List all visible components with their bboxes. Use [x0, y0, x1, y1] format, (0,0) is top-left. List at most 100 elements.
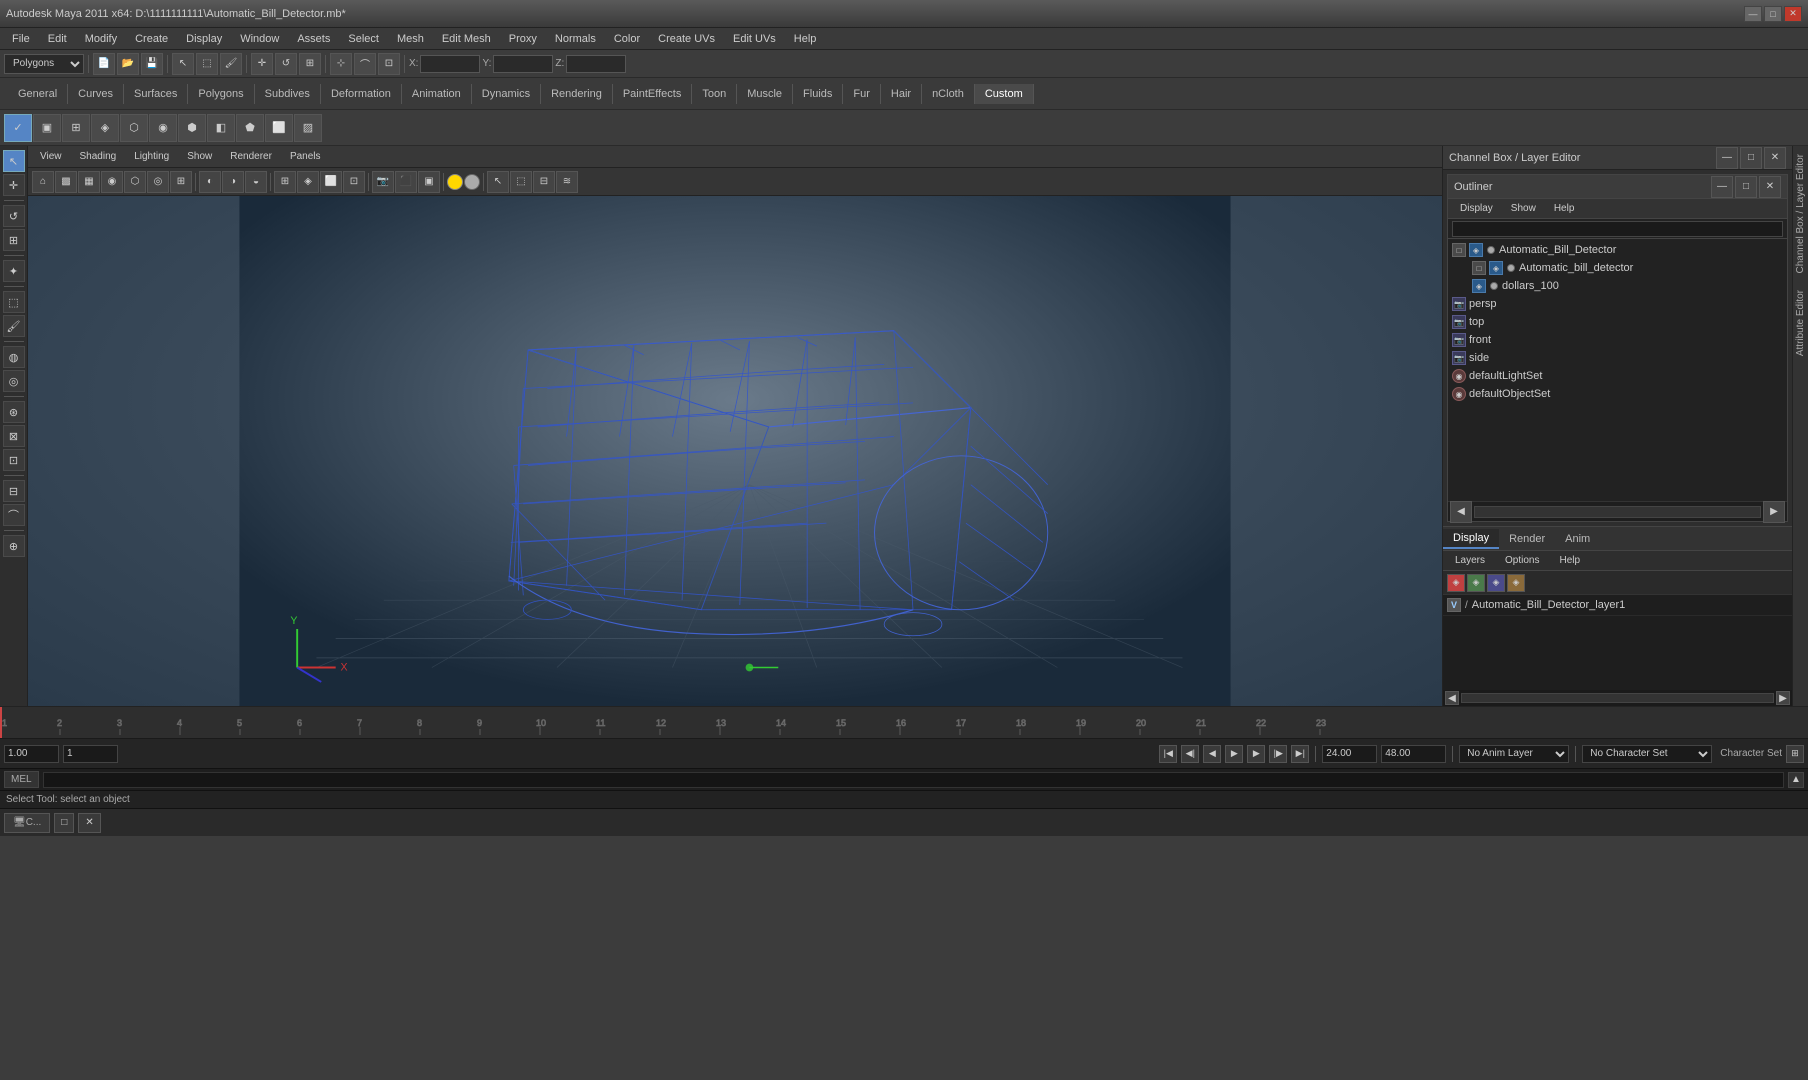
- menu-edit[interactable]: Edit: [40, 31, 75, 47]
- outliner-item-persp[interactable]: 📷 persp: [1448, 295, 1787, 313]
- open-button[interactable]: 📂: [117, 53, 139, 75]
- vi-layout2[interactable]: ⊟: [533, 171, 555, 193]
- shelf-tab-animation[interactable]: Animation: [402, 84, 472, 104]
- lighting-menu[interactable]: Lighting: [126, 149, 177, 164]
- play-button[interactable]: ▶: [1225, 745, 1243, 763]
- layer-tab-display[interactable]: Display: [1443, 529, 1499, 549]
- cmd-expand[interactable]: ▲: [1788, 772, 1804, 788]
- outliner-show-menu[interactable]: Show: [1503, 201, 1544, 216]
- layer-menu-options[interactable]: Options: [1497, 553, 1547, 568]
- layer-tab-render[interactable]: Render: [1499, 530, 1555, 548]
- vi-shading2[interactable]: ▦: [78, 171, 100, 193]
- end-frame-input[interactable]: [1322, 745, 1377, 763]
- select-tool-left[interactable]: ↖: [3, 150, 25, 172]
- minimize-button[interactable]: —: [1744, 6, 1762, 22]
- outliner-close[interactable]: ✕: [1759, 176, 1781, 198]
- y-input[interactable]: [493, 55, 553, 73]
- outliner-max[interactable]: □: [1735, 176, 1757, 198]
- shelf-tab-dynamics[interactable]: Dynamics: [472, 84, 541, 104]
- menu-color[interactable]: Color: [606, 31, 648, 47]
- go-start-button[interactable]: |◀: [1159, 745, 1177, 763]
- layer-edit[interactable]: ◈: [1467, 574, 1485, 592]
- scale-tool[interactable]: ⊞: [299, 53, 321, 75]
- outliner-min[interactable]: —: [1711, 176, 1733, 198]
- vi-heads[interactable]: ⊡: [343, 171, 365, 193]
- vi-smooth[interactable]: ◎: [147, 171, 169, 193]
- wrap-left[interactable]: ⊡: [3, 449, 25, 471]
- menu-create[interactable]: Create: [127, 31, 176, 47]
- paint-select[interactable]: 🖌: [220, 53, 242, 75]
- move-tool[interactable]: ✛: [251, 53, 273, 75]
- maximize-button[interactable]: □: [1764, 6, 1782, 22]
- expand-icon-1[interactable]: □: [1452, 243, 1466, 257]
- layer-move-up[interactable]: ◈: [1507, 574, 1525, 592]
- outliner-hscrollbar[interactable]: [1474, 506, 1761, 518]
- outliner-help-menu[interactable]: Help: [1546, 201, 1583, 216]
- outliner-item-default-object-set[interactable]: ◉ defaultObjectSet: [1448, 385, 1787, 403]
- lasso-tool[interactable]: ⬚: [196, 53, 218, 75]
- menu-edit-uvs[interactable]: Edit UVs: [725, 31, 784, 47]
- timeline-ruler[interactable]: 1 2 3 4 5 6 7 8 9 10 11: [0, 707, 1808, 738]
- tl-settings[interactable]: ⊞: [1786, 745, 1804, 763]
- shelf-tab-polygons[interactable]: Polygons: [188, 84, 254, 104]
- taskbar-minimize[interactable]: □: [54, 813, 74, 833]
- menu-window[interactable]: Window: [232, 31, 287, 47]
- vi-layout1[interactable]: ⬚: [510, 171, 532, 193]
- vi-light1[interactable]: ◐: [199, 171, 221, 193]
- shading-menu[interactable]: Shading: [72, 149, 125, 164]
- menu-create-uvs[interactable]: Create UVs: [650, 31, 723, 47]
- layer-row-1[interactable]: V / Automatic_Bill_Detector_layer1: [1443, 595, 1792, 616]
- rotate-tool[interactable]: ↺: [275, 53, 297, 75]
- shelf-icon-5[interactable]: ◉: [149, 114, 177, 142]
- scale-left[interactable]: ⊞: [3, 229, 25, 251]
- vi-frame[interactable]: ⬜: [320, 171, 342, 193]
- paint-left[interactable]: 🖌: [3, 315, 25, 337]
- snap-grid[interactable]: ⊹: [330, 53, 352, 75]
- shelf-icon-7[interactable]: ◧: [207, 114, 235, 142]
- panels-menu[interactable]: Panels: [282, 149, 329, 164]
- shelf-icon-6[interactable]: ⬢: [178, 114, 206, 142]
- taskbar-close-app[interactable]: ✕: [78, 813, 100, 833]
- outliner-item-default-light-set[interactable]: ◉ defaultLightSet: [1448, 367, 1787, 385]
- rotate-left[interactable]: ↺: [3, 205, 25, 227]
- layer-visibility[interactable]: V: [1447, 598, 1461, 612]
- axis-left[interactable]: ⊕: [3, 535, 25, 557]
- command-input[interactable]: [43, 772, 1784, 788]
- shelf-tab-general[interactable]: General: [8, 84, 68, 104]
- move-tool-left[interactable]: ✛: [3, 174, 25, 196]
- vi-shading3[interactable]: ◉: [101, 171, 123, 193]
- vi-shadow[interactable]: ◒: [245, 171, 267, 193]
- next-frame-button[interactable]: ▶: [1247, 745, 1265, 763]
- taskbar-app[interactable]: 🖥 C...: [4, 813, 50, 833]
- vi-obj[interactable]: ◈: [297, 171, 319, 193]
- vi-xray[interactable]: ⊞: [170, 171, 192, 193]
- shelf-tab-fur[interactable]: Fur: [843, 84, 881, 104]
- menu-edit-mesh[interactable]: Edit Mesh: [434, 31, 499, 47]
- vi-home[interactable]: ⌂: [32, 171, 54, 193]
- select-tool[interactable]: ↖: [172, 53, 194, 75]
- layer-tab-anim[interactable]: Anim: [1555, 530, 1600, 548]
- current-frame-input[interactable]: [63, 745, 118, 763]
- character-set-select[interactable]: No Character Set: [1582, 745, 1712, 763]
- total-frames-input[interactable]: [1381, 745, 1446, 763]
- z-input[interactable]: [566, 55, 626, 73]
- renderer-menu[interactable]: Renderer: [222, 149, 280, 164]
- outliner-item-front[interactable]: 📷 front: [1448, 331, 1787, 349]
- menu-assets[interactable]: Assets: [289, 31, 338, 47]
- save-button[interactable]: 💾: [141, 53, 163, 75]
- shelf-tab-toon[interactable]: Toon: [692, 84, 737, 104]
- vi-stereo[interactable]: ≋: [556, 171, 578, 193]
- shelf-tab-fluids[interactable]: Fluids: [793, 84, 843, 104]
- artisan-left[interactable]: ◎: [3, 370, 25, 392]
- menu-file[interactable]: File: [4, 31, 38, 47]
- shelf-tab-ncloth[interactable]: nCloth: [922, 84, 975, 104]
- menu-help[interactable]: Help: [786, 31, 825, 47]
- lasso-left[interactable]: ⬚: [3, 291, 25, 313]
- mode-select[interactable]: Polygons Surfaces Dynamics Animation Ren…: [4, 54, 84, 74]
- prev-key-button[interactable]: ◀|: [1181, 745, 1199, 763]
- show-menu[interactable]: Show: [179, 149, 220, 164]
- snap-point[interactable]: ⊡: [378, 53, 400, 75]
- sculpt-left[interactable]: ◍: [3, 346, 25, 368]
- region-left[interactable]: ⊟: [3, 480, 25, 502]
- layer-scroll-right[interactable]: ▶: [1776, 691, 1790, 705]
